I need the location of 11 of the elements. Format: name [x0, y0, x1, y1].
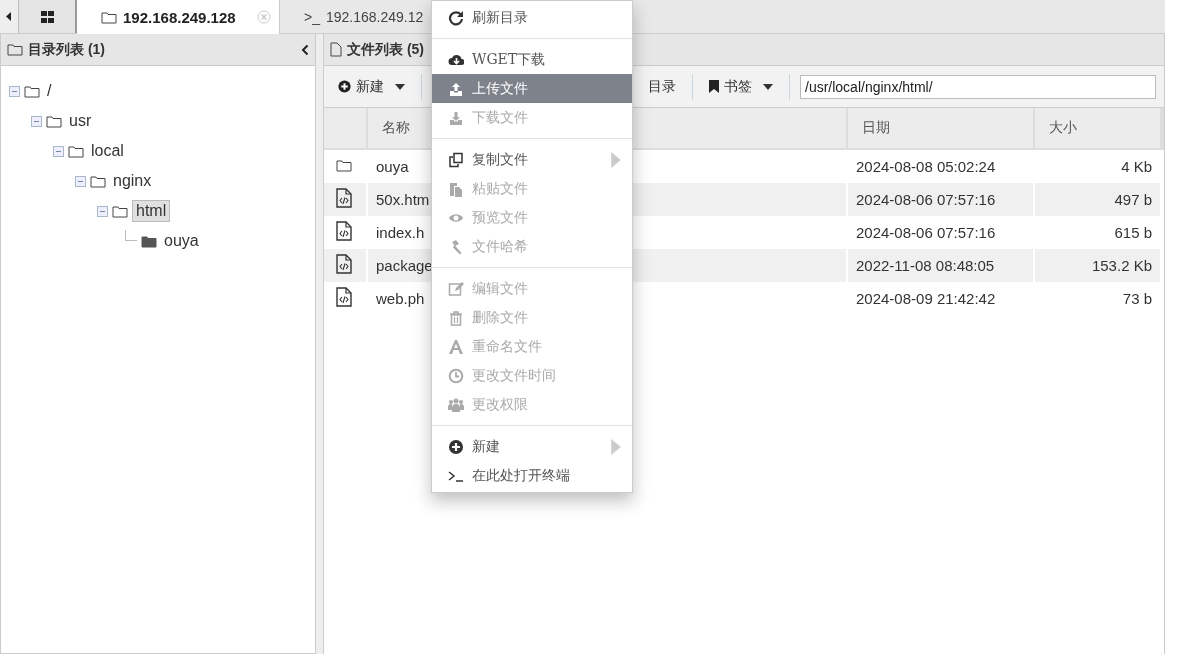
- table-cell: 153.2 Kb: [1034, 249, 1161, 282]
- panel-title: 文件列表 (5): [347, 40, 424, 59]
- table-cell: 2024-08-06 07:57:16: [847, 183, 1034, 216]
- table-cell: 73 b: [1034, 282, 1161, 315]
- table-cell: 2024-08-09 21:42:42: [847, 282, 1034, 315]
- panel-title: 目录列表 (1): [28, 40, 105, 59]
- tab-label: 192.168.249.12: [325, 8, 424, 25]
- table-cell: 497 b: [1034, 183, 1161, 216]
- terminal-glyph: >_: [304, 8, 320, 25]
- table-cell: 2022-11-08 08:48:05: [847, 249, 1034, 282]
- tab-label: 192.168.249.128: [123, 8, 236, 26]
